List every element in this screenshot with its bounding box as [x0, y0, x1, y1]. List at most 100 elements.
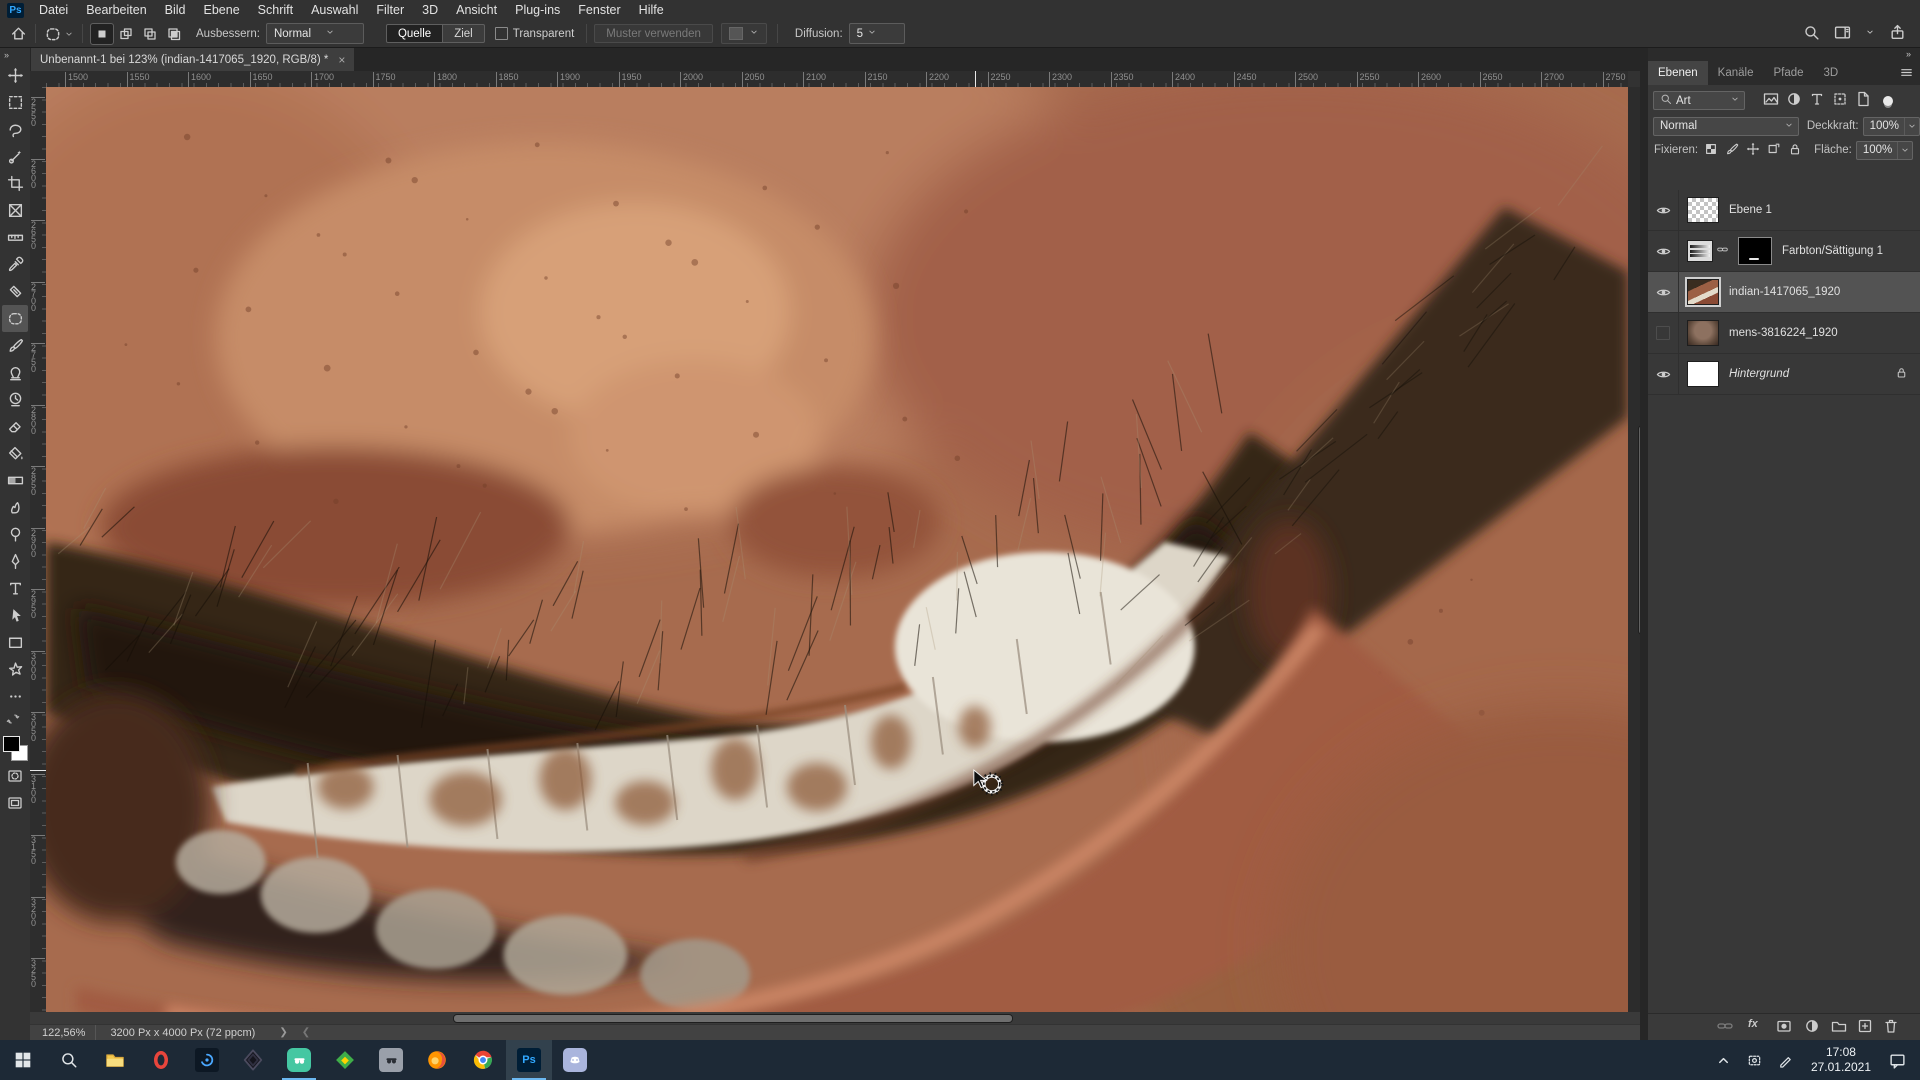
panel-tab-3d[interactable]: 3D: [1814, 61, 1849, 85]
adjustment-filter-icon[interactable]: [1786, 91, 1802, 110]
tray-snip-icon[interactable]: [1739, 1053, 1770, 1068]
tool-clone-stamp-icon[interactable]: [2, 359, 28, 386]
layer-visibility-toggle[interactable]: [1648, 190, 1679, 230]
tool-path-selection-icon[interactable]: [2, 602, 28, 629]
muster-verwenden-button[interactable]: Muster verwenden: [594, 24, 713, 43]
subtract-selection-icon[interactable]: [139, 24, 161, 44]
layer-row-ebene-1[interactable]: Ebene 1: [1648, 190, 1920, 231]
menu-filter[interactable]: Filter: [367, 3, 413, 17]
panel-collapse-icon[interactable]: »: [1648, 48, 1920, 61]
tool-move-icon[interactable]: [2, 62, 28, 89]
layer-row-mens-3816224-1920[interactable]: mens-3816224_1920: [1648, 313, 1920, 354]
image-filter-icon[interactable]: [1763, 91, 1779, 110]
lock-all-icon[interactable]: [1788, 142, 1802, 159]
tool-dodge-icon[interactable]: [2, 521, 28, 548]
layer-name[interactable]: Hintergrund: [1729, 368, 1789, 380]
layer-visibility-toggle[interactable]: [1648, 231, 1679, 271]
add-selection-icon[interactable]: [115, 24, 137, 44]
layer-filter-select[interactable]: Art: [1653, 91, 1745, 110]
new-group-icon[interactable]: [1831, 1018, 1847, 1037]
tool-custom-shape-icon[interactable]: [2, 656, 28, 683]
tool-healing-brush-icon[interactable]: [2, 278, 28, 305]
new-layer-icon[interactable]: [1857, 1018, 1873, 1037]
tray-pen-icon[interactable]: [1770, 1053, 1801, 1068]
status-arrow-icon[interactable]: ❮: [302, 1027, 310, 1038]
vertical-scrollbar[interactable]: [1628, 87, 1646, 1012]
horizontal-scrollbar-thumb[interactable]: [453, 1014, 1013, 1023]
menu-ansicht[interactable]: Ansicht: [447, 3, 506, 17]
menu-hilfe[interactable]: Hilfe: [630, 3, 673, 17]
canvas-image[interactable]: [46, 87, 1628, 1012]
layer-row-farbton-s-ttigung-1[interactable]: Farbton/Sättigung 1: [1648, 231, 1920, 272]
delete-layer-icon[interactable]: [1883, 1018, 1899, 1037]
search-icon[interactable]: [1803, 24, 1820, 44]
tool-crop-icon[interactable]: [2, 170, 28, 197]
tray-expand-icon[interactable]: [1708, 1053, 1739, 1068]
taskbar-firefox-icon[interactable]: [414, 1040, 460, 1080]
layer-name[interactable]: mens-3816224_1920: [1729, 327, 1838, 339]
taskbar-bluestacks-icon[interactable]: [322, 1040, 368, 1080]
menu-3d[interactable]: 3D: [413, 3, 447, 17]
document-tab[interactable]: Unbenannt-1 bei 123% (indian-1417065_192…: [31, 48, 355, 71]
type-filter-icon[interactable]: [1809, 91, 1825, 110]
layer-visibility-toggle[interactable]: [1648, 272, 1679, 312]
taskbar-file-explorer-icon[interactable]: [92, 1040, 138, 1080]
new-selection-icon[interactable]: [90, 22, 114, 45]
taskbar-app-dark-diamond-icon[interactable]: [230, 1040, 276, 1080]
chevron-down-icon[interactable]: [1865, 27, 1875, 40]
shape-filter-icon[interactable]: [1832, 91, 1848, 110]
tool-patch-icon[interactable]: [2, 305, 28, 332]
adjustment-layer-thumbnail[interactable]: [1687, 240, 1713, 262]
menu-fenster[interactable]: Fenster: [569, 3, 629, 17]
tool-smudge-icon[interactable]: [2, 494, 28, 521]
diffusion-select[interactable]: 5: [848, 23, 905, 44]
add-layer-mask-icon[interactable]: [1776, 1018, 1792, 1037]
link-layers-icon[interactable]: [1717, 1018, 1733, 1037]
layer-thumbnail[interactable]: [1687, 320, 1719, 346]
pattern-picker[interactable]: [720, 23, 767, 44]
lock-position-icon[interactable]: [1746, 142, 1760, 159]
workspace-switcher-icon[interactable]: [1834, 24, 1851, 44]
panel-tab-kan-le[interactable]: Kanäle: [1708, 61, 1764, 85]
tool-rectangle-shape-icon[interactable]: [2, 629, 28, 656]
mask-link-icon[interactable]: [1717, 244, 1728, 258]
layer-mask-thumbnail[interactable]: [1738, 237, 1772, 265]
quelle-button[interactable]: Quelle: [385, 24, 444, 43]
taskbar-taskbar-search-icon[interactable]: [46, 1040, 92, 1080]
tool-paint-bucket-icon[interactable]: [2, 440, 28, 467]
patch-mode-select[interactable]: Normal: [265, 23, 364, 44]
layer-name[interactable]: Ebene 1: [1729, 204, 1772, 216]
layer-effects-icon[interactable]: fx: [1748, 1018, 1758, 1030]
taskbar-opera-browser-icon[interactable]: [138, 1040, 184, 1080]
blend-mode-select[interactable]: Normal: [1653, 116, 1799, 136]
taskbar-discord-icon[interactable]: [552, 1040, 598, 1080]
ziel-button[interactable]: Ziel: [443, 24, 485, 43]
menu-datei[interactable]: Datei: [30, 3, 77, 17]
lock-pixels-icon[interactable]: [1725, 142, 1739, 159]
home-icon[interactable]: [8, 24, 28, 44]
foreground-color-swatch[interactable]: [3, 736, 20, 752]
tool-history-brush-icon[interactable]: [2, 386, 28, 413]
tool-gradient-icon[interactable]: [2, 467, 28, 494]
tool-more-tools-icon[interactable]: [2, 683, 28, 710]
taskbar-app-goggles-icon[interactable]: [368, 1040, 414, 1080]
panel-tab-ebenen[interactable]: Ebenen: [1648, 61, 1708, 85]
tool-type-icon[interactable]: [2, 575, 28, 602]
taskbar-photoshop-icon[interactable]: Ps: [506, 1040, 552, 1080]
tab-close-icon[interactable]: ×: [338, 53, 345, 67]
transparent-checkbox[interactable]: [494, 27, 508, 40]
lock-transparent-icon[interactable]: [1704, 142, 1718, 159]
filter-toggle[interactable]: [1883, 95, 1893, 106]
taskbar-clock[interactable]: 17:08 27.01.2021: [1801, 1045, 1881, 1075]
deckkraft-value[interactable]: 100%: [1862, 116, 1920, 136]
tool-pen-icon[interactable]: [2, 548, 28, 575]
toolbar-expand-icon[interactable]: »: [0, 48, 30, 62]
tool-lasso-icon[interactable]: [2, 116, 28, 143]
layer-name[interactable]: indian-1417065_1920: [1729, 286, 1840, 298]
layer-thumbnail[interactable]: [1685, 277, 1721, 307]
taskbar-chrome-icon[interactable]: [460, 1040, 506, 1080]
patch-tool-icon[interactable]: [43, 24, 63, 44]
lock-artboard-icon[interactable]: [1767, 142, 1781, 159]
chevron-down-icon[interactable]: [63, 24, 75, 44]
layer-row-indian-1417065-1920[interactable]: indian-1417065_1920: [1648, 272, 1920, 313]
